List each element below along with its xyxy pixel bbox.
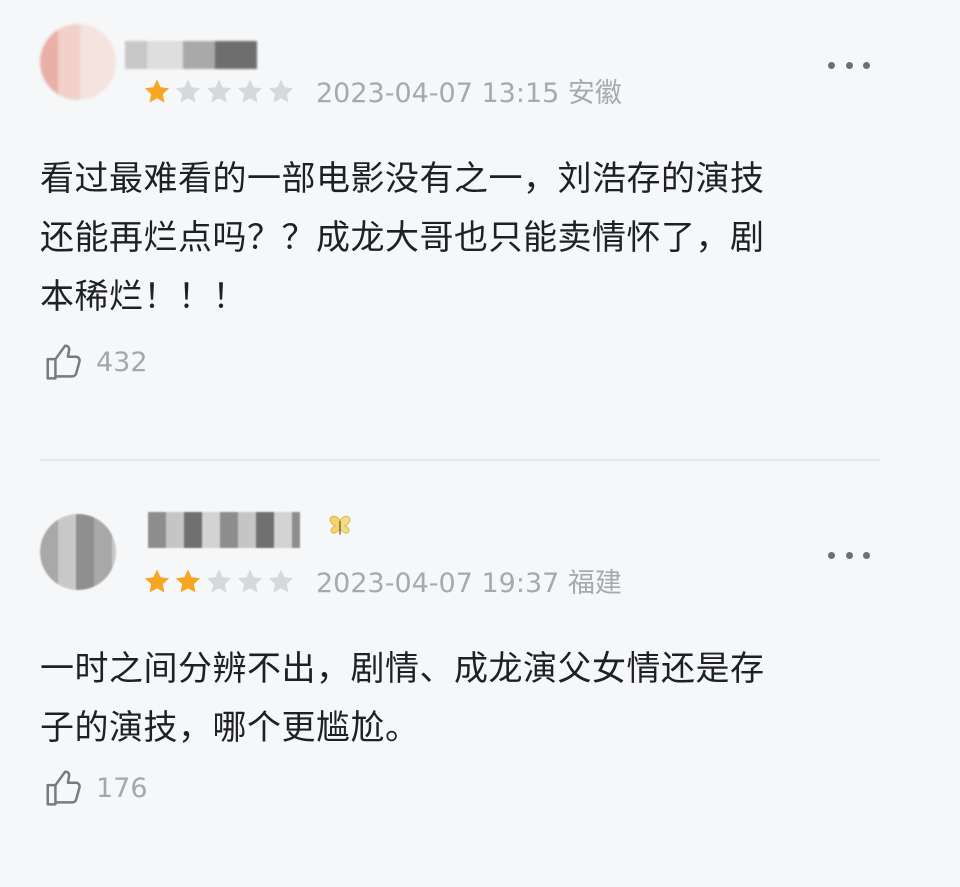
butterfly-icon: [329, 515, 351, 535]
star-icon: [206, 569, 232, 593]
like-count: 432: [96, 347, 148, 378]
more-icon: [863, 61, 870, 69]
divider: [40, 459, 880, 461]
more-icon: [845, 61, 853, 69]
comment-card: momo 2023-04-07 13:15 安徽 看过最难看的一部电影没有之一，…: [0, 0, 960, 440]
comment-meta: 2023-04-07 19:37 福建: [316, 568, 622, 600]
comment-text: 一时之间分辨不出，剧情、成龙演父女情还是存 子的演技，哪个更尴尬。: [40, 649, 765, 748]
like-count: 176: [96, 773, 148, 804]
more-icon: [828, 551, 835, 559]
comment-location: 福建: [567, 568, 622, 599]
comment-location: 安徽: [567, 78, 622, 109]
more-icon: [828, 61, 835, 69]
star-icon: [268, 569, 294, 593]
avatar[interactable]: [40, 24, 116, 100]
comment-meta: 2023-04-07 13:15 安徽: [316, 78, 622, 110]
star-icon: [175, 79, 201, 103]
avatar[interactable]: [40, 514, 116, 590]
like-button[interactable]: 176: [42, 766, 148, 812]
star-icon: [144, 569, 170, 593]
rating-stars: [142, 567, 296, 597]
comment-text: 看过最难看的一部电影没有之一，刘浩存的演技 还能再烂点吗？？成龙大哥也只能卖情怀…: [40, 159, 765, 317]
star-icon: [175, 569, 201, 593]
thumbs-up-icon: [46, 770, 81, 806]
star-icon: [144, 79, 170, 103]
star-icon: [237, 569, 263, 593]
more-icon: [863, 551, 870, 559]
star-icon: [268, 79, 294, 103]
more-button[interactable]: [828, 549, 870, 561]
like-button[interactable]: 432: [42, 340, 148, 386]
more-icon: [845, 551, 853, 559]
comment-time: 2023-04-07 19:37: [316, 568, 560, 599]
more-button[interactable]: [828, 59, 870, 71]
thumbs-up-icon: [46, 344, 81, 380]
star-icon: [206, 79, 232, 103]
comment-time: 2023-04-07 13:15: [316, 78, 560, 109]
star-icon: [237, 79, 263, 103]
rating-stars: [142, 77, 296, 107]
username[interactable]: [148, 512, 300, 548]
username[interactable]: momo: [125, 41, 257, 69]
comment-card: 2023-04-07 19:37 福建 一时之间分辨不出，剧情、成龙演父女情还是…: [0, 490, 960, 887]
